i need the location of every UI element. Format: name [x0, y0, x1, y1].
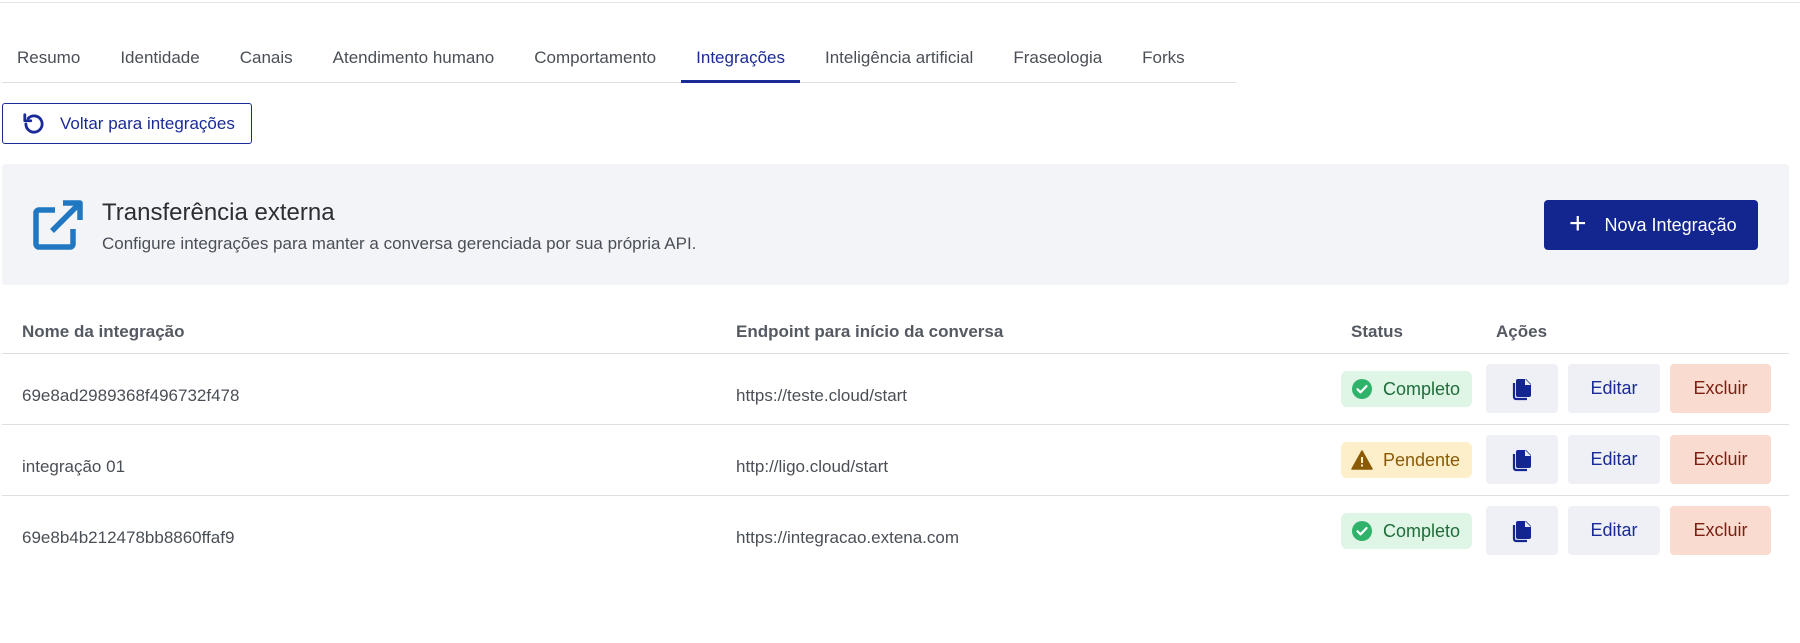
- tab-fraseologia[interactable]: Fraseologia: [998, 36, 1117, 82]
- copy-icon: [1512, 520, 1531, 542]
- warning-icon: [1351, 449, 1373, 471]
- integration-endpoint: https://teste.cloud/start: [736, 386, 908, 405]
- new-integration-button[interactable]: + Nova Integração: [1544, 200, 1758, 250]
- external-link-icon: [33, 200, 83, 250]
- info-banner: Transferência externa Configure integraç…: [2, 164, 1789, 285]
- status-badge: Completo: [1341, 513, 1472, 549]
- status-label: Pendente: [1383, 449, 1461, 470]
- copy-button[interactable]: [1486, 364, 1558, 413]
- status-badge: Pendente: [1341, 442, 1472, 478]
- table-header: Nome da integração Endpoint para início …: [2, 310, 1789, 354]
- copy-button[interactable]: [1486, 435, 1558, 484]
- new-integration-label: Nova Integração: [1604, 214, 1737, 235]
- tab-inteligencia-artificial[interactable]: Inteligência artificial: [810, 36, 988, 82]
- back-to-integrations-button[interactable]: Voltar para integrações: [2, 103, 252, 144]
- tab-bar: Resumo Identidade Canais Atendimento hum…: [2, 36, 1236, 83]
- tab-canais[interactable]: Canais: [225, 36, 308, 82]
- delete-button[interactable]: Excluir: [1670, 506, 1771, 555]
- plus-icon: +: [1569, 206, 1587, 240]
- delete-button[interactable]: Excluir: [1670, 435, 1771, 484]
- header-name: Nome da integração: [22, 322, 185, 341]
- top-divider: [0, 2, 1800, 3]
- tab-forks[interactable]: Forks: [1127, 36, 1200, 82]
- copy-icon: [1512, 378, 1531, 400]
- header-status: Status: [1351, 322, 1403, 341]
- undo-icon: [23, 112, 44, 133]
- check-circle-icon: [1351, 520, 1373, 542]
- back-button-label: Voltar para integrações: [60, 113, 235, 133]
- table-row: 69e8ad2989368f496732f478 https://teste.c…: [2, 354, 1789, 425]
- copy-icon: [1512, 449, 1531, 471]
- copy-button[interactable]: [1486, 506, 1558, 555]
- edit-button[interactable]: Editar: [1568, 435, 1660, 484]
- delete-button[interactable]: Excluir: [1670, 364, 1771, 413]
- status-label: Completo: [1383, 520, 1461, 541]
- header-actions: Ações: [1496, 322, 1548, 341]
- tab-resumo[interactable]: Resumo: [2, 36, 95, 82]
- banner-title: Transferência externa: [102, 199, 335, 226]
- tab-integracoes[interactable]: Integrações: [681, 36, 800, 83]
- tab-atendimento-humano[interactable]: Atendimento humano: [318, 36, 510, 82]
- banner-subtitle: Configure integrações para manter a conv…: [102, 234, 697, 253]
- integration-name: 69e8ad2989368f496732f478: [22, 386, 240, 405]
- edit-button[interactable]: Editar: [1568, 506, 1660, 555]
- table-row: 69e8b4b212478bb8860ffaf9 https://integra…: [2, 496, 1789, 567]
- integration-endpoint: http://ligo.cloud/start: [736, 457, 889, 476]
- integration-endpoint: https://integracao.extena.com: [736, 528, 960, 547]
- edit-button[interactable]: Editar: [1568, 364, 1660, 413]
- header-endpoint: Endpoint para início da conversa: [736, 322, 1004, 341]
- table-row: integração 01 http://ligo.cloud/start Pe…: [2, 425, 1789, 496]
- status-label: Completo: [1383, 378, 1461, 399]
- integrations-table: Nome da integração Endpoint para início …: [2, 310, 1789, 567]
- status-badge: Completo: [1341, 371, 1472, 407]
- tab-comportamento[interactable]: Comportamento: [519, 36, 671, 82]
- tab-identidade[interactable]: Identidade: [105, 36, 214, 82]
- check-circle-icon: [1351, 378, 1373, 400]
- integration-name: integração 01: [22, 457, 126, 476]
- integration-name: 69e8b4b212478bb8860ffaf9: [22, 528, 235, 547]
